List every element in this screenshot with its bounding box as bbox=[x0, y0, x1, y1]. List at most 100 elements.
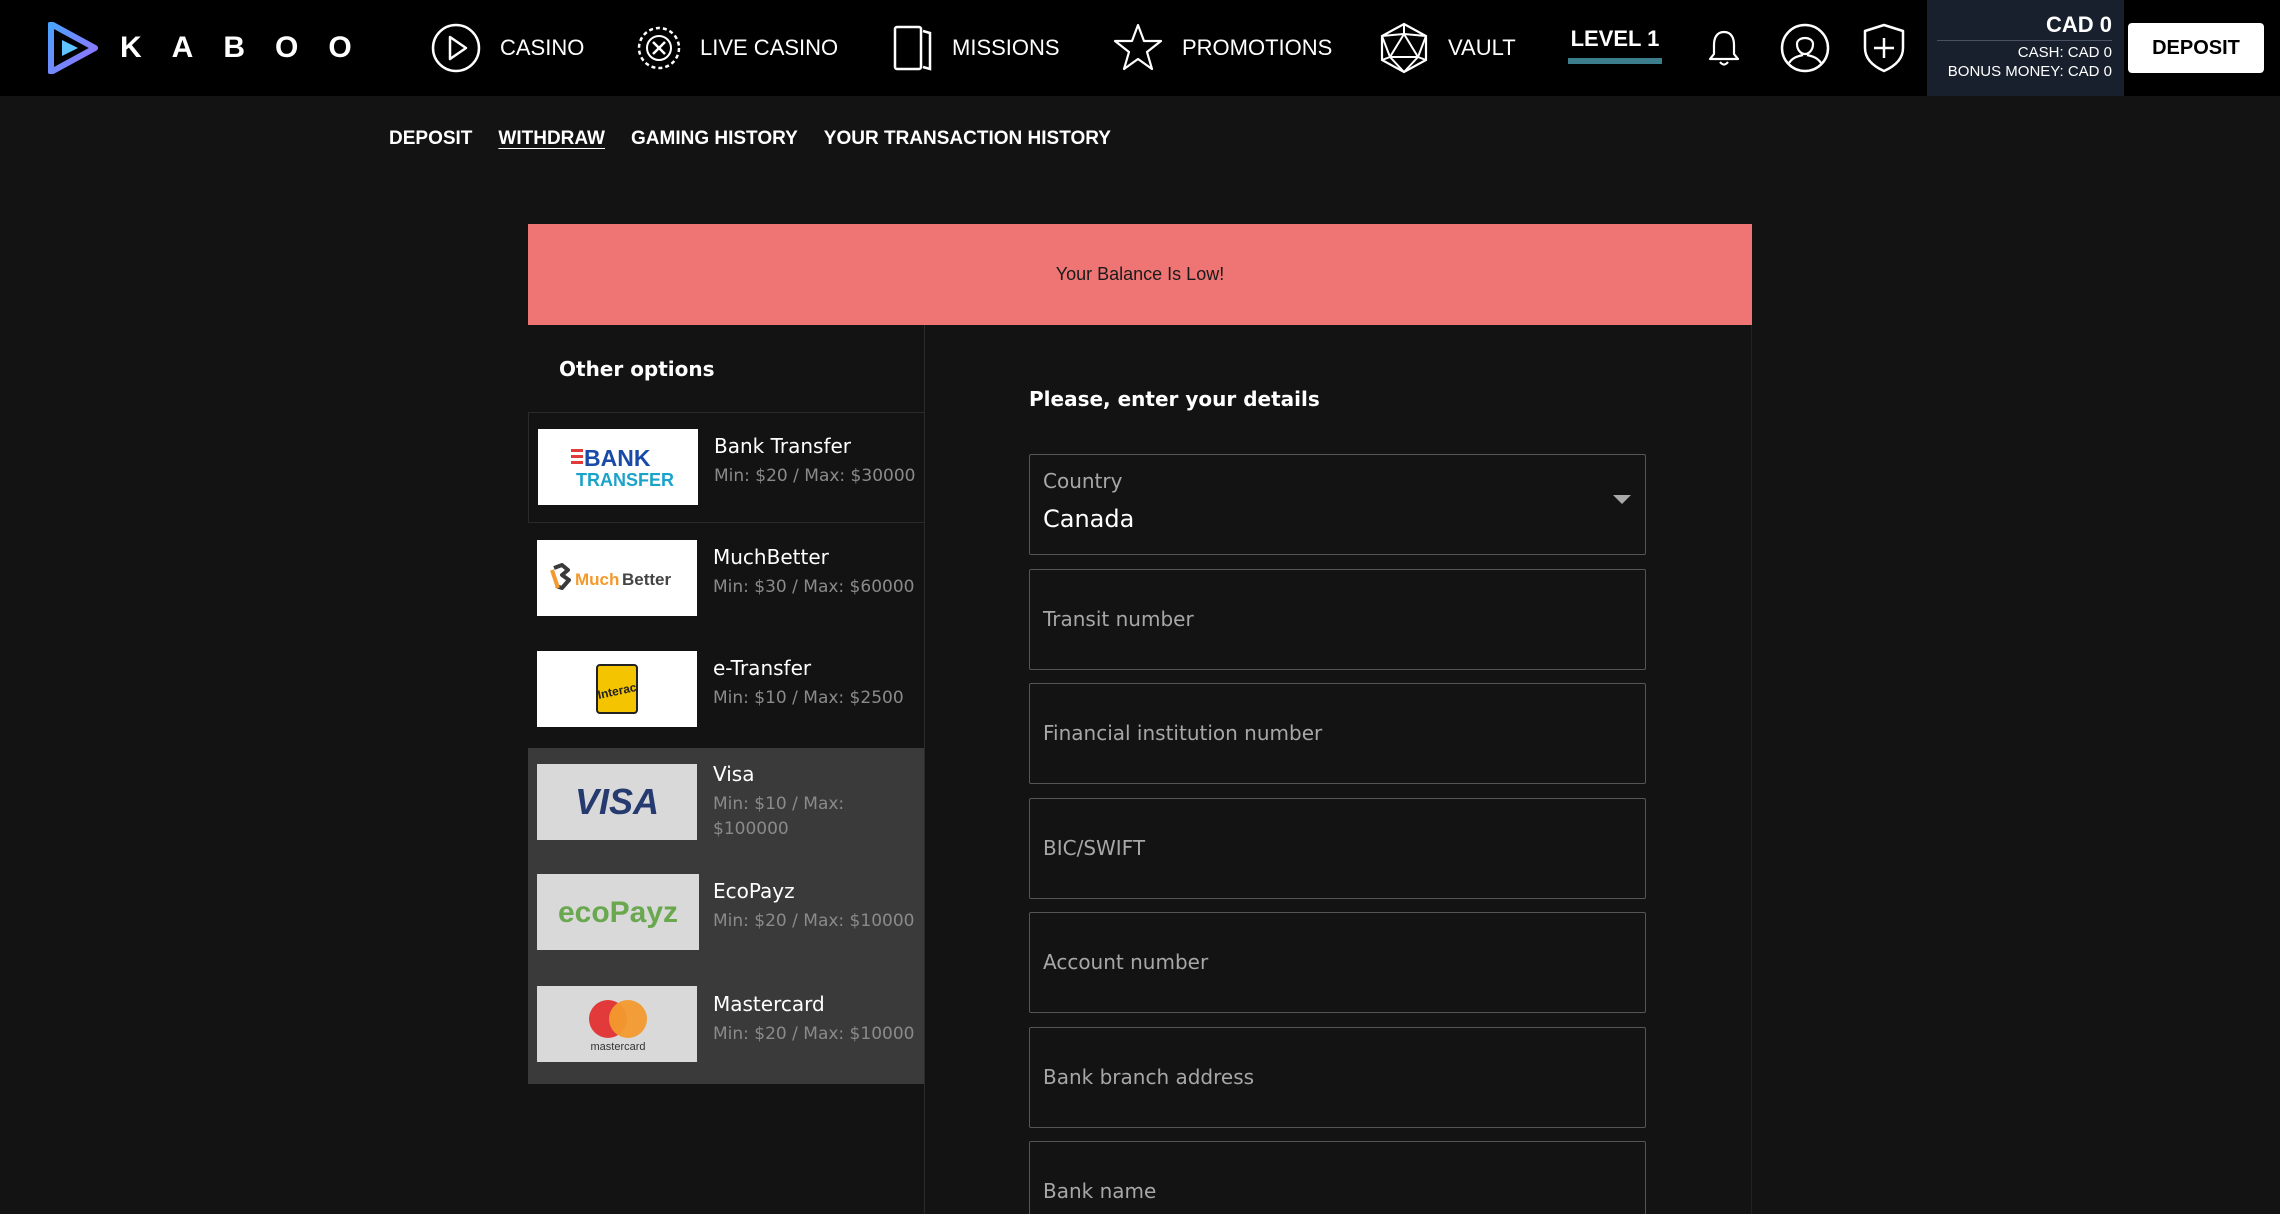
payment-method-limits: Min: $20 / Max: $10000 bbox=[713, 911, 915, 931]
payment-method-limits: Min: $20 / Max: $30000 bbox=[714, 466, 916, 486]
tab-withdraw[interactable]: WITHDRAW bbox=[498, 128, 605, 150]
cash-balance: CASH: CAD 0 bbox=[2017, 44, 2112, 61]
safer-gambling-button[interactable] bbox=[1856, 20, 1912, 76]
svg-text:TRANSFER: TRANSFER bbox=[576, 470, 674, 490]
bic-swift-field[interactable]: BIC/SWIFT bbox=[1029, 798, 1646, 899]
nav-live-casino[interactable]: LIVE CASINO bbox=[636, 20, 838, 76]
nav-missions-label: MISSIONS bbox=[952, 35, 1060, 60]
payment-method-name: Visa bbox=[713, 762, 755, 786]
payment-method-limits-line1: Min: $10 / Max: bbox=[713, 794, 845, 814]
chevron-down-icon bbox=[1613, 495, 1631, 504]
kaboo-play-logo-icon bbox=[48, 22, 98, 74]
payment-method-e-transfer[interactable]: Interac e-Transfer Min: $10 / Max: $2500 bbox=[528, 635, 924, 748]
muchbetter-logo: Much Better bbox=[537, 540, 697, 616]
low-balance-alert: Your Balance Is Low! bbox=[528, 224, 1752, 325]
visa-logo: VISA bbox=[537, 764, 697, 840]
brand-wordmark: KABOO bbox=[120, 31, 382, 64]
nav-casino[interactable]: CASINO bbox=[430, 20, 584, 76]
svg-text:Better: Better bbox=[622, 570, 672, 589]
other-options-header: Other options bbox=[528, 325, 925, 413]
nav-casino-label: CASINO bbox=[500, 35, 585, 60]
payment-method-limits: Min: $20 / Max: $10000 bbox=[713, 1024, 915, 1044]
transit-number-placeholder: Transit number bbox=[1043, 607, 1194, 631]
cashier-tabs: DEPOSIT WITHDRAW GAMING HISTORY YOUR TRA… bbox=[389, 128, 1137, 150]
payment-method-limits: Min: $30 / Max: $60000 bbox=[713, 577, 915, 597]
interac-logo-icon: Interac bbox=[596, 664, 638, 714]
bank-name-placeholder: Bank name bbox=[1043, 1179, 1157, 1203]
muchbetter-logo-icon: Much Better bbox=[550, 563, 672, 590]
poker-chip-icon bbox=[637, 26, 681, 70]
country-select[interactable]: Country Canada bbox=[1029, 454, 1646, 555]
deposit-button[interactable]: DEPOSIT bbox=[2128, 23, 2264, 73]
ecopayz-logo: ecoPayz bbox=[537, 874, 699, 950]
level-progress-bar bbox=[1568, 58, 1662, 64]
payment-method-mastercard[interactable]: mastercard Mastercard Min: $20 / Max: $1… bbox=[528, 972, 924, 1084]
payment-method-name: Bank Transfer bbox=[714, 434, 852, 458]
alert-message: Your Balance Is Low! bbox=[1055, 264, 1225, 284]
tab-gaming-history[interactable]: GAMING HISTORY bbox=[631, 128, 798, 150]
star-icon bbox=[1113, 23, 1163, 71]
svg-text:mastercard: mastercard bbox=[590, 1041, 645, 1053]
level-label: LEVEL 1 bbox=[1570, 26, 1660, 51]
balance-divider bbox=[1937, 40, 2112, 41]
level-indicator[interactable]: LEVEL 1 bbox=[1568, 26, 1662, 64]
other-options-title: Other options bbox=[559, 357, 715, 381]
mastercard-logo: mastercard bbox=[537, 986, 697, 1062]
notifications-button[interactable] bbox=[1696, 20, 1752, 76]
bonus-balance: BONUS MONEY: CAD 0 bbox=[1947, 63, 2112, 80]
nav-live-casino-label: LIVE CASINO bbox=[700, 35, 839, 60]
svg-text:Much: Much bbox=[575, 570, 619, 589]
bell-icon bbox=[1708, 30, 1740, 66]
tab-deposit[interactable]: DEPOSIT bbox=[389, 128, 472, 150]
mastercard-logo-icon: mastercard bbox=[589, 1000, 647, 1053]
tab-transaction-history[interactable]: YOUR TRANSACTION HISTORY bbox=[824, 128, 1111, 150]
balance-panel[interactable]: CAD 0 CASH: CAD 0 BONUS MONEY: CAD 0 bbox=[1927, 0, 2124, 96]
total-balance: CAD 0 bbox=[2045, 12, 2112, 37]
nav-promotions-label: PROMOTIONS bbox=[1182, 35, 1333, 60]
top-navigation-bar: KABOO CASINO LIVE CASINO MISSIONS PROMOT… bbox=[0, 0, 2280, 96]
user-profile-icon bbox=[1780, 23, 1830, 73]
nav-promotions[interactable]: PROMOTIONS bbox=[1112, 20, 1332, 76]
bank-transfer-logo: BANK TRANSFER bbox=[538, 429, 698, 505]
account-number-field[interactable]: Account number bbox=[1029, 912, 1646, 1013]
payment-method-bank-transfer[interactable]: BANK TRANSFER Bank Transfer Min: $20 / M… bbox=[528, 413, 924, 523]
d20-dice-icon bbox=[1380, 22, 1428, 74]
payment-method-ecopayz[interactable]: ecoPayz EcoPayz Min: $20 / Max: $10000 bbox=[528, 862, 924, 972]
bank-branch-address-field[interactable]: Bank branch address bbox=[1029, 1027, 1646, 1128]
visa-logo-icon: VISA bbox=[575, 781, 659, 822]
payment-method-visa[interactable]: VISA Visa Min: $10 / Max: $100000 bbox=[528, 748, 924, 862]
country-value: Canada bbox=[1043, 505, 1135, 533]
interac-logo: Interac bbox=[537, 651, 697, 727]
transit-number-field[interactable]: Transit number bbox=[1029, 569, 1646, 670]
play-circle-icon bbox=[431, 23, 481, 73]
withdraw-form-panel: Please, enter your details Country Canad… bbox=[925, 325, 1752, 1214]
nav-vault[interactable]: VAULT bbox=[1378, 20, 1516, 76]
payment-method-name: e-Transfer bbox=[713, 656, 812, 680]
nav-vault-label: VAULT bbox=[1448, 35, 1516, 60]
financial-institution-number-field[interactable]: Financial institution number bbox=[1029, 683, 1646, 784]
bank-transfer-logo-icon: BANK TRANSFER bbox=[571, 445, 674, 490]
payment-method-name: EcoPayz bbox=[713, 879, 795, 903]
payment-methods-panel: Other options BANK TRANSFER Bank Transfe… bbox=[528, 325, 925, 1214]
svg-text:BANK: BANK bbox=[584, 445, 651, 471]
svg-text:ecoPayz: ecoPayz bbox=[558, 896, 678, 929]
account-number-placeholder: Account number bbox=[1043, 950, 1209, 974]
shield-plus-icon bbox=[1863, 23, 1905, 73]
payment-method-name: Mastercard bbox=[713, 992, 825, 1016]
financial-institution-number-placeholder: Financial institution number bbox=[1043, 721, 1323, 745]
payment-method-muchbetter[interactable]: Much Better MuchBetter Min: $30 / Max: $… bbox=[528, 523, 924, 635]
nav-missions[interactable]: MISSIONS bbox=[892, 20, 1060, 76]
bank-name-field[interactable]: Bank name bbox=[1029, 1141, 1646, 1214]
country-label: Country bbox=[1043, 469, 1123, 493]
ecopayz-logo-icon: ecoPayz bbox=[558, 896, 678, 929]
payment-method-limits-line2: $100000 bbox=[713, 819, 789, 839]
payment-method-limits: Min: $10 / Max: $2500 bbox=[713, 688, 904, 708]
bic-swift-placeholder: BIC/SWIFT bbox=[1043, 836, 1146, 860]
payment-method-name: MuchBetter bbox=[713, 545, 829, 569]
profile-button[interactable] bbox=[1777, 20, 1833, 76]
kaboo-logo[interactable]: KABOO bbox=[48, 20, 382, 76]
svg-text:VISA: VISA bbox=[575, 781, 659, 822]
cards-icon bbox=[893, 25, 932, 71]
form-title: Please, enter your details bbox=[1029, 387, 1320, 411]
bank-branch-address-placeholder: Bank branch address bbox=[1043, 1065, 1255, 1089]
